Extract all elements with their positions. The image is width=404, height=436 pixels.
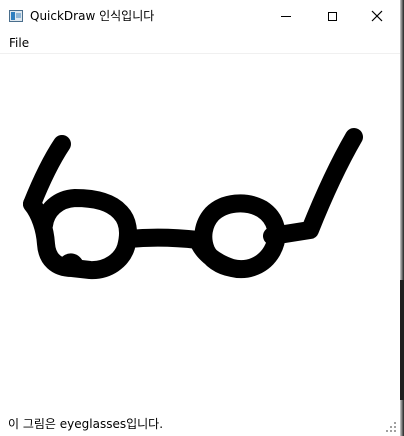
- resize-grip-icon[interactable]: [386, 422, 396, 432]
- drawing-canvas[interactable]: [0, 54, 400, 412]
- menu-file[interactable]: File: [9, 36, 29, 50]
- minimize-button[interactable]: [263, 0, 309, 32]
- left-lens-bottom-stroke: [57, 253, 85, 277]
- app-window: QuickDraw 인식입니다 File 이 그림은 eyeglasses입니다…: [0, 0, 400, 436]
- status-bar: 이 그림은 eyeglasses입니다.: [0, 412, 400, 436]
- app-window-icon: [9, 10, 23, 22]
- window-title: QuickDraw 인식입니다: [30, 9, 155, 23]
- maximize-button[interactable]: [309, 0, 355, 32]
- close-icon: [371, 10, 383, 22]
- title-bar[interactable]: QuickDraw 인식입니다: [0, 0, 400, 32]
- window-edge-band: [400, 280, 404, 400]
- right-temple-stroke: [263, 128, 363, 245]
- bridge-stroke: [119, 228, 207, 249]
- window-edge-shadow: [400, 0, 404, 436]
- status-text: 이 그림은 eyeglasses입니다.: [8, 417, 164, 431]
- close-button[interactable]: [354, 0, 400, 32]
- minimize-icon: [281, 15, 291, 17]
- eyeglasses-drawing: [23, 128, 363, 279]
- menu-bar: File: [0, 32, 400, 54]
- maximize-icon: [327, 11, 337, 21]
